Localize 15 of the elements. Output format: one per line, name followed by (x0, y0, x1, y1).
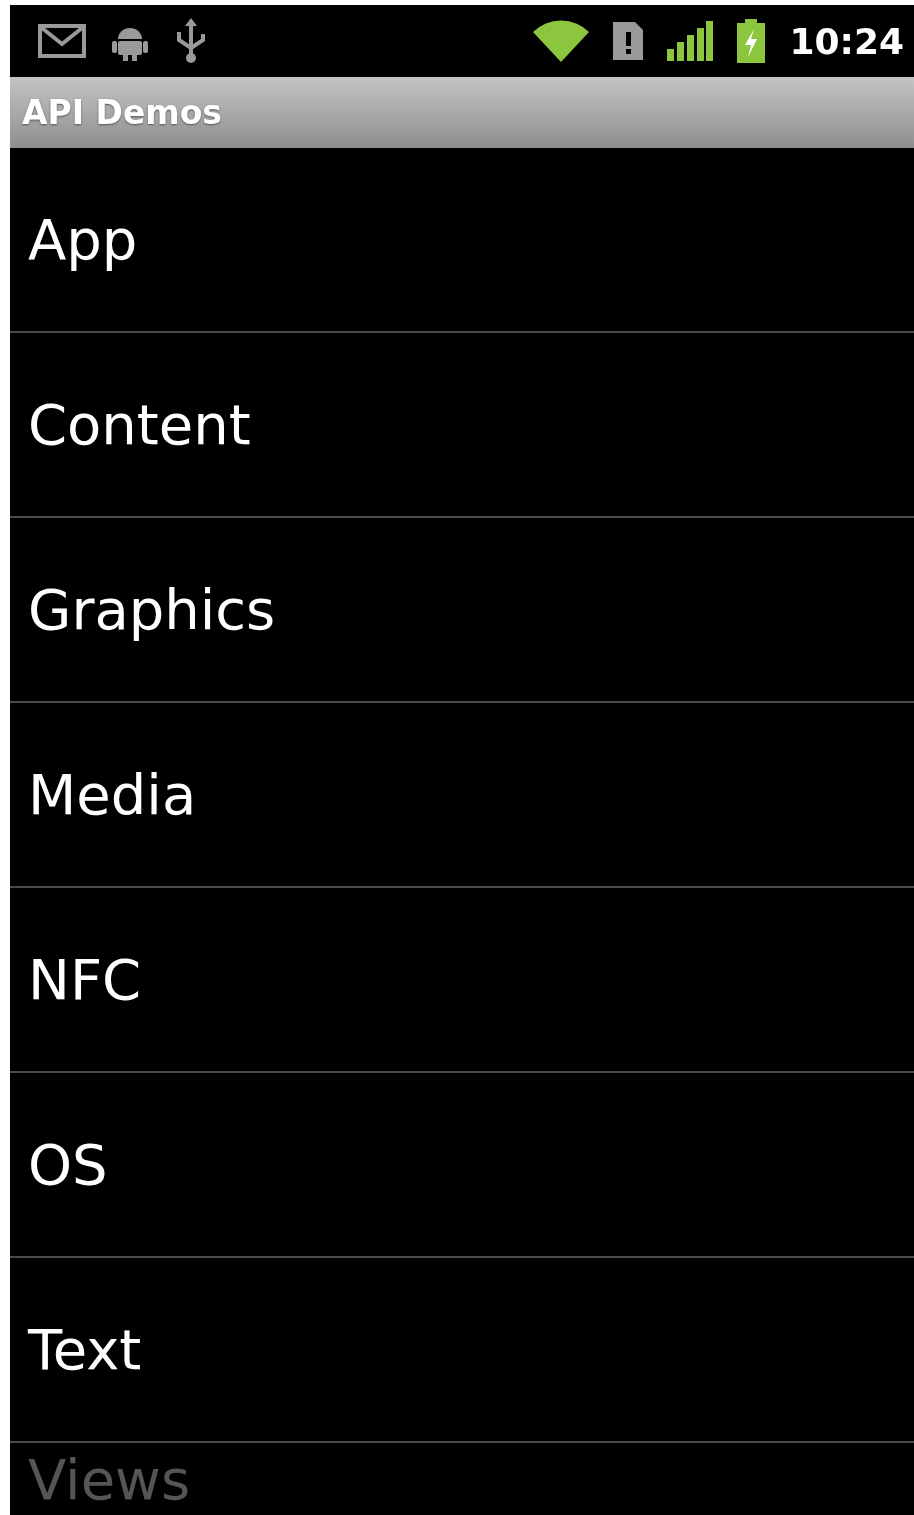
clock-time: 10:24 (789, 20, 904, 62)
wifi-icon (533, 20, 590, 62)
usb-icon (174, 18, 208, 64)
list-item[interactable]: NFC (10, 888, 914, 1073)
list-item[interactable]: OS (10, 1073, 914, 1258)
list-item[interactable]: Content (10, 333, 914, 518)
signal-icon (667, 21, 714, 61)
mail-icon (38, 24, 86, 58)
list-item[interactable]: Graphics (10, 518, 914, 703)
sim-alert-icon (613, 22, 644, 60)
list-item[interactable]: Media (10, 703, 914, 888)
battery-charging-icon (737, 19, 766, 63)
list-item[interactable]: Text (10, 1258, 914, 1443)
list-item[interactable]: App (10, 148, 914, 333)
app-title: API Demos (22, 93, 222, 132)
